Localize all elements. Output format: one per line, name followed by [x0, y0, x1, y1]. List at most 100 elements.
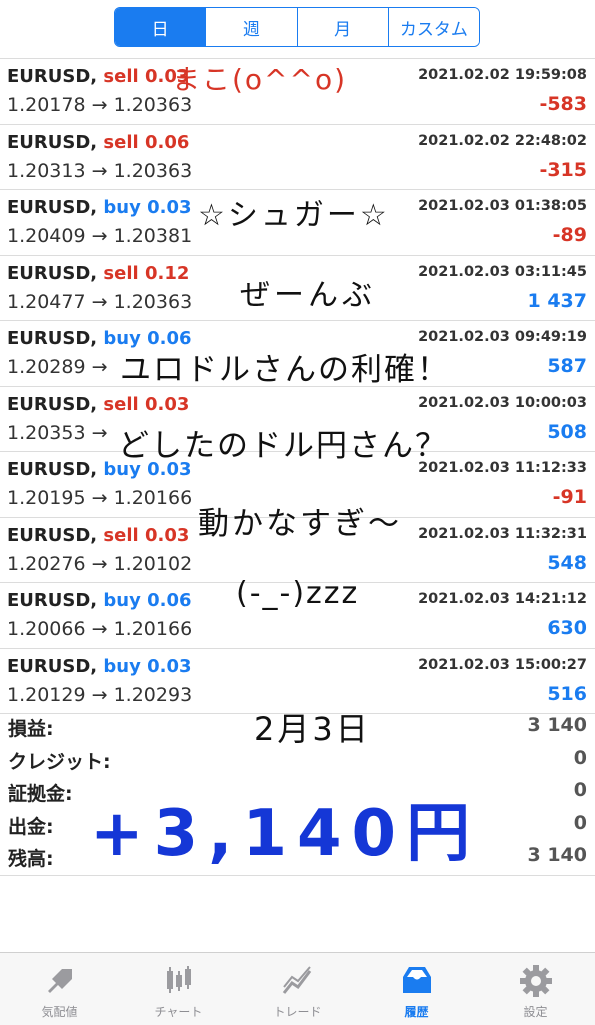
trade-symbol: EURUSD,: [7, 524, 98, 546]
trade-symbol: EURUSD,: [7, 197, 98, 218]
summary-label: 残高:: [8, 848, 54, 870]
trade-header: EURUSD, buy 0.06: [7, 590, 192, 611]
trade-side: sell: [103, 66, 139, 87]
tab-history-label: 履歴: [404, 1005, 429, 1019]
close-price: 1.20363: [113, 290, 193, 313]
tab-trade[interactable]: トレード: [238, 953, 357, 1025]
trade-symbol: EURUSD,: [7, 66, 98, 87]
summary-value: 3 140: [527, 844, 588, 866]
trade-lot: 0.03: [147, 197, 192, 218]
close-price: 1.20381: [113, 225, 193, 247]
segment-month[interactable]: 月: [297, 8, 389, 46]
close-price: 1.20166: [113, 618, 193, 640]
tab-history[interactable]: 履歴: [357, 953, 476, 1025]
trade-profit: 508: [547, 420, 587, 443]
summary-label: 出金:: [8, 815, 54, 838]
trade-prices: 1.20276 → 1.20102: [7, 553, 192, 575]
segment-custom[interactable]: カスタム: [388, 8, 479, 46]
trade-symbol: EURUSD,: [7, 328, 98, 349]
history-icon: [402, 967, 431, 993]
trade-prices: 1.20066 → 1.20166: [7, 618, 192, 640]
trade-header: EURUSD, buy 0.03: [7, 197, 192, 218]
summary-value: 0: [573, 811, 587, 834]
tab-settings[interactable]: 設定: [476, 953, 595, 1025]
tab-quotes-label: 気配値: [41, 1005, 78, 1019]
segment-week[interactable]: 週: [206, 8, 298, 46]
arrow-icon: →: [91, 618, 108, 640]
close-price: 1.20166: [113, 487, 193, 509]
handwritten-line-4: どしたのドル円さん？: [118, 428, 448, 464]
tab-quotes[interactable]: 気配値: [0, 953, 119, 1025]
trade-profit: -315: [539, 158, 587, 181]
trade-symbol: EURUSD,: [7, 393, 98, 415]
arrow-icon: →: [91, 356, 108, 378]
summary-label: クレジット:: [8, 750, 111, 773]
arrow-icon: →: [91, 159, 108, 182]
arrow-icon: →: [91, 487, 108, 509]
trade-side: sell: [103, 131, 139, 153]
handwritten-line-2: ぜーんぶ: [240, 278, 376, 313]
handwritten-line-6: (-_-)zzz: [236, 576, 360, 611]
chart-icon: [166, 966, 191, 993]
trade-prices: 1.20353 →: [7, 422, 108, 444]
trade-profit: 1 437: [527, 289, 588, 312]
trade-prices: 1.20409 → 1.20381: [7, 225, 192, 247]
trade-profit: -91: [552, 486, 587, 508]
close-price: 1.20102: [113, 552, 193, 575]
tab-chart-label: チャート: [154, 1005, 203, 1019]
open-price: 1.20313: [7, 159, 86, 182]
open-price: 1.20477: [7, 290, 86, 313]
trade-lot: 0.12: [144, 262, 190, 284]
close-price: 1.20293: [113, 683, 193, 706]
arrow-icon: →: [91, 683, 108, 706]
trade-prices: 1.20289 →: [7, 356, 108, 378]
arrow-icon: →: [91, 421, 108, 444]
open-price: 1.20276: [7, 552, 86, 575]
trade-lot: 0.06: [147, 590, 192, 611]
trade-lot: 0.03: [144, 393, 190, 415]
trade-prices: 1.20129 → 1.20293: [7, 684, 192, 706]
trade-symbol: EURUSD,: [7, 590, 98, 611]
trade-side: buy: [103, 197, 141, 218]
trade-side: sell: [103, 524, 139, 546]
trade-header: EURUSD, sell 0.03: [7, 66, 189, 87]
trade-header: EURUSD, buy 0.03: [7, 656, 192, 677]
tab-chart[interactable]: チャート: [119, 953, 238, 1025]
trade-time: 2021.02.03 15:00:27: [418, 656, 587, 673]
handwritten-line-5: 動かなすぎ〜: [198, 506, 402, 542]
trade-time: 2021.02.03 03:11:45: [418, 263, 587, 280]
trade-prices: 1.20477 → 1.20363: [7, 291, 192, 313]
trade-prices: 1.20313 → 1.20363: [7, 160, 192, 182]
segment-day[interactable]: 日: [115, 8, 207, 46]
tab-settings-label: 設定: [523, 1005, 548, 1019]
handwritten-total: +3,140円: [90, 797, 481, 871]
trade-profit: 516: [547, 682, 587, 705]
arrow-icon: →: [91, 225, 108, 247]
arrow-icon: →: [91, 94, 108, 116]
trade-icon: [282, 966, 311, 994]
trade-lot: 0.03: [144, 524, 190, 546]
period-segmented-control: 日 週 月 カスタム: [114, 7, 480, 47]
trade-header: EURUSD, sell 0.03: [7, 394, 189, 415]
open-price: 1.20353: [7, 421, 86, 444]
open-price: 1.20195: [7, 487, 86, 509]
trade-side: sell: [103, 262, 139, 284]
open-price: 1.20289: [7, 356, 86, 378]
trade-time: 2021.02.03 10:00:03: [418, 394, 587, 411]
trade-profit: 630: [547, 617, 587, 639]
period-selector-bar: 日 週 月 カスタム: [0, 0, 595, 58]
trade-profit: -583: [539, 93, 587, 115]
trade-time: 2021.02.03 14:21:12: [418, 591, 587, 607]
trade-profit: 587: [547, 355, 587, 377]
trade-time: 2021.02.03 09:49:19: [418, 329, 587, 345]
handwritten-line-1: ☆シュガー☆: [198, 198, 390, 233]
summary-divider: [0, 875, 595, 876]
summary-label: 証拠金:: [8, 783, 73, 805]
trade-row[interactable]: EURUSD, sell 0.06 2021.02.02 22:48:02 1.20…: [0, 123, 595, 190]
trade-lot: 0.06: [144, 131, 190, 153]
handwritten-name: まこ(o^^o): [172, 63, 348, 96]
summary-value: 0: [573, 746, 587, 769]
trade-time: 2021.02.03 01:38:05: [418, 198, 587, 214]
trade-header: EURUSD, sell 0.03: [7, 525, 189, 546]
trade-lot: 0.03: [147, 655, 192, 677]
